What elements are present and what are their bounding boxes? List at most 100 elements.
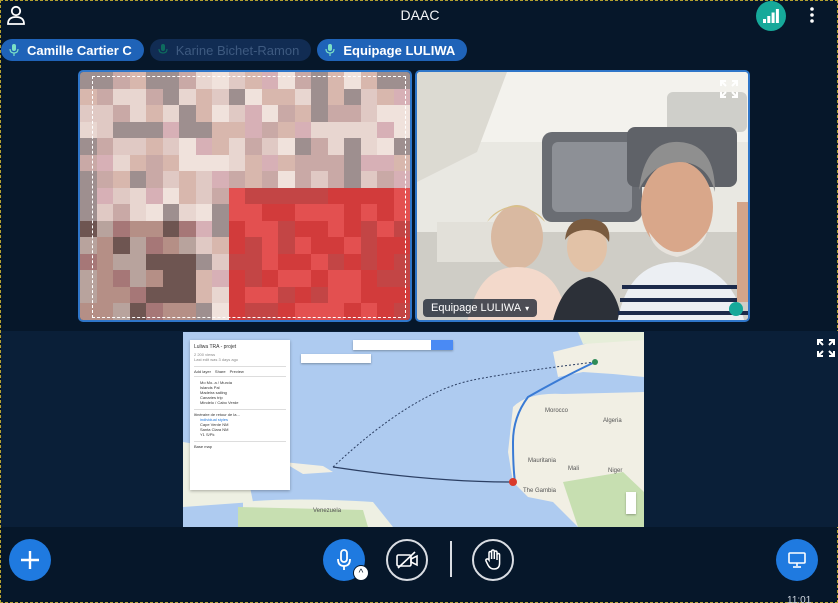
map-label-mauritania: Mauritania [528,458,557,464]
map-panel-lastedit: Last edit was 3 days ago [194,357,239,362]
preview-button[interactable]: Preview [230,369,244,374]
pixel-block [195,154,212,172]
pixel-block [212,88,229,106]
pixel-block [195,171,212,188]
pixel-block [80,105,97,122]
map-panel-title: Luliwa TRA - projet [194,344,237,350]
pixel-block [327,138,344,155]
pixel-block [179,121,196,139]
talker-karine[interactable]: Karine Bichet-Ramon [149,39,312,61]
layer2-item[interactable]: Y1 S/Pk [194,432,286,437]
pixel-block [278,72,295,89]
talking-indicator: Camille Cartier C Karine Bichet-Ramon Eq… [1,39,468,61]
pixel-block [113,154,130,172]
video-tile-blurred[interactable] [78,70,412,322]
pixel-block [278,105,295,122]
pixel-block [278,187,295,205]
microphone-icon [323,43,337,57]
pixel-block [80,253,97,271]
fullscreen-button[interactable] [720,80,738,98]
pixel-block [80,138,97,155]
search-button[interactable] [431,340,453,350]
layer2-title[interactable]: Itinéraire de retour de la... [194,409,286,417]
shared-map-slide[interactable]: Morocco Algeria Mauritania Mali Niger Th… [183,332,644,527]
base-map-toggle[interactable]: Base map [194,441,286,449]
pixel-block [179,88,196,106]
connection-status-button[interactable] [756,1,786,31]
pixel-block [113,270,130,287]
map-layers-panel[interactable]: Luliwa TRA - projet 2 200 views Last edi… [190,340,290,490]
pixel-block [162,171,179,188]
pixel-block [261,88,278,106]
pixel-block [195,303,212,320]
pixel-block [228,270,245,287]
clock: 11:01 [787,595,812,603]
pixel-block [393,286,410,304]
pixel-block [129,286,146,304]
pixel-block [80,237,97,254]
talker-luliwa[interactable]: Equipage LULIWA [317,39,468,61]
pixel-block [294,72,311,89]
pixel-block [146,253,163,271]
share-button[interactable]: Share [215,369,226,374]
pixel-block [360,237,377,254]
pixel-block [344,237,361,254]
pixel-block [377,220,394,238]
pixel-block [113,286,130,304]
talker-camille[interactable]: Camille Cartier C [1,39,144,61]
pixel-block [96,253,113,271]
pixel-block [96,237,113,254]
presentation-fullscreen-button[interactable] [817,339,835,357]
pixel-block [162,121,179,139]
options-menu-button[interactable] [801,4,823,26]
pixel-block [228,171,245,188]
pixel-block [212,171,229,188]
pixel-block [360,171,377,188]
pixel-block [294,204,311,221]
pixel-block [80,154,97,172]
share-webcam-button[interactable] [386,539,428,581]
pixel-block [278,138,295,155]
map-toolbar[interactable] [301,354,371,363]
pixel-block [228,187,245,205]
layer1-item[interactable]: Mindelo / Cabo Verde [194,400,286,405]
presentation-area: Morocco Algeria Mauritania Mali Niger Th… [1,331,838,527]
pixel-block [129,253,146,271]
pixel-block [360,220,377,238]
pixel-block [360,303,377,320]
add-layer-button[interactable]: Add layer [194,369,211,374]
screen-share-button[interactable] [776,539,818,581]
zoom-controls[interactable] [626,492,636,514]
pixel-block [377,105,394,122]
pixel-block [327,105,344,122]
pixel-block [327,154,344,172]
pixel-block [360,286,377,304]
video-name-tag[interactable]: Equipage LULIWA ▾ [423,299,538,317]
pixel-block [377,121,394,139]
pixel-block [294,121,311,139]
raise-hand-button[interactable] [472,539,514,581]
microphone-icon [156,43,170,57]
map-search-bar[interactable] [353,340,453,350]
pixel-block [393,253,410,271]
video-tile-luliwa[interactable]: Equipage LULIWA ▾ [415,70,750,322]
pixel-block [344,286,361,304]
audio-options-button[interactable]: ^ [353,565,369,581]
chevron-up-icon: ^ [358,567,364,579]
pixel-block [129,237,146,254]
pixel-block [377,270,394,287]
pixel-block [360,105,377,122]
pixel-block [113,303,130,320]
pixel-block [80,270,97,287]
actions-plus-button[interactable] [9,539,51,581]
pixel-block [360,72,377,89]
pixel-block [261,187,278,205]
pixel-block [344,171,361,188]
pixel-block [179,286,196,304]
pixel-block [212,138,229,155]
pixel-block [129,303,146,320]
pixel-block [278,270,295,287]
pixel-block [113,121,130,139]
pixel-block [146,105,163,122]
pixel-block [344,187,361,205]
